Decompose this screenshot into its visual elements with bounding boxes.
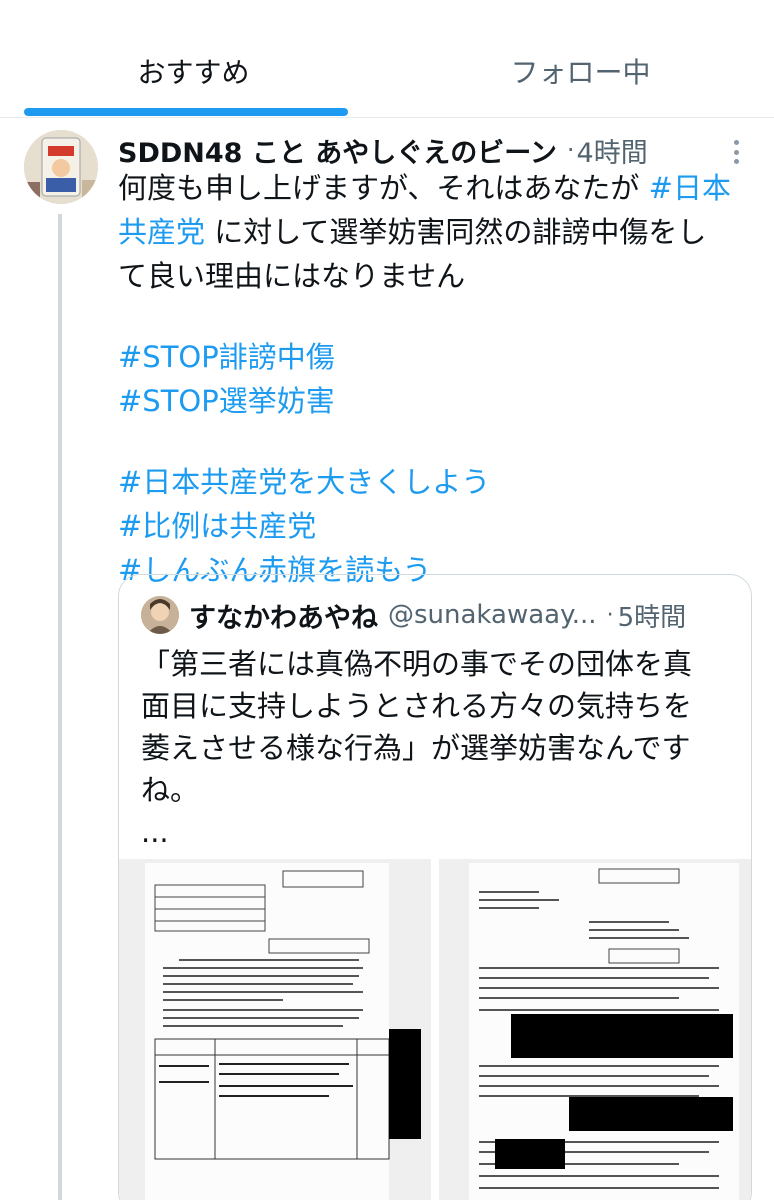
separator-dot: · bbox=[606, 602, 614, 628]
tab-following-label: フォロー中 bbox=[510, 56, 651, 89]
quoted-author-handle[interactable]: @sunakawaay... bbox=[388, 600, 597, 630]
author-name[interactable]: SDDN48 こと あやしぐえのビーン bbox=[118, 131, 557, 170]
quoted-tweet[interactable]: すなかわあやね @sunakawaay... · 5時間 「第三者には真偽不明の… bbox=[118, 574, 752, 1200]
tweet-text-segment: に対して選挙妨害同然の誹謗中傷をし bbox=[214, 215, 707, 249]
quoted-author-name[interactable]: すなかわあやね bbox=[189, 596, 378, 635]
hashtag-link-continuation[interactable]: 共産党 bbox=[118, 215, 205, 249]
quoted-media[interactable] bbox=[119, 859, 751, 1200]
tab-following[interactable]: フォロー中 bbox=[387, 0, 774, 118]
tweet-line: 何度も申し上げますが、それはあなたが #日本 bbox=[118, 166, 758, 210]
thread-line bbox=[58, 214, 62, 1200]
quoted-tweet-header: すなかわあやね @sunakawaay... · 5時間 bbox=[141, 595, 686, 635]
timeline-tabs: おすすめ フォロー中 bbox=[0, 0, 774, 118]
quoted-line: 「第三者には真偽不明の事でその団体を真 bbox=[141, 647, 693, 681]
document-scan-graphic bbox=[439, 859, 751, 1200]
quoted-avatar-image bbox=[141, 596, 179, 634]
tweet-text: 何度も申し上げますが、それはあなたが #日本 共産党 に対して選挙妨害同然の誹謗… bbox=[118, 166, 758, 592]
hashtag-link[interactable]: #日本共産党を大きくしよう bbox=[118, 460, 758, 504]
tweet-time[interactable]: 4時間 bbox=[577, 131, 648, 170]
avatar[interactable] bbox=[24, 130, 98, 204]
tweet-header: SDDN48 こと あやしぐえのビーン · 4時間 bbox=[118, 130, 648, 170]
separator-dot: · bbox=[566, 136, 575, 164]
avatar-image bbox=[24, 130, 98, 204]
hashtag-link[interactable]: #STOP選挙妨害 bbox=[118, 379, 758, 423]
quoted-line: 面目に支持しようとされる方々の気持ちを bbox=[141, 689, 693, 723]
active-tab-indicator bbox=[24, 108, 348, 116]
document-image-right[interactable] bbox=[439, 859, 751, 1200]
document-scan-graphic bbox=[119, 859, 431, 1200]
tab-recommended[interactable]: おすすめ bbox=[0, 0, 387, 118]
tweet-line: て良い理由にはなりません bbox=[118, 259, 466, 293]
document-image-left[interactable] bbox=[119, 859, 431, 1200]
quoted-avatar[interactable] bbox=[141, 596, 179, 634]
tweet-line: 共産党 に対して選挙妨害同然の誹謗中傷をし bbox=[118, 210, 758, 254]
quoted-ellipsis: ... bbox=[141, 815, 169, 849]
quoted-line: ね。 bbox=[141, 773, 200, 807]
hashtag-link[interactable]: #STOP誹謗中傷 bbox=[118, 335, 758, 379]
hashtag-link[interactable]: #比例は共産党 bbox=[118, 504, 758, 548]
hashtag-link[interactable]: #日本 bbox=[649, 171, 731, 205]
tweet-text-segment: 何度も申し上げますが、それはあなたが bbox=[118, 171, 640, 205]
quoted-tweet-text: 「第三者には真偽不明の事でその団体を真 面目に支持しようとされる方々の気持ちを … bbox=[141, 643, 741, 853]
more-vertical-icon[interactable] bbox=[722, 134, 750, 170]
quoted-tweet-time[interactable]: 5時間 bbox=[618, 597, 687, 634]
quoted-line: 萎えさせる様な行為」が選挙妨害なんです bbox=[141, 731, 691, 765]
